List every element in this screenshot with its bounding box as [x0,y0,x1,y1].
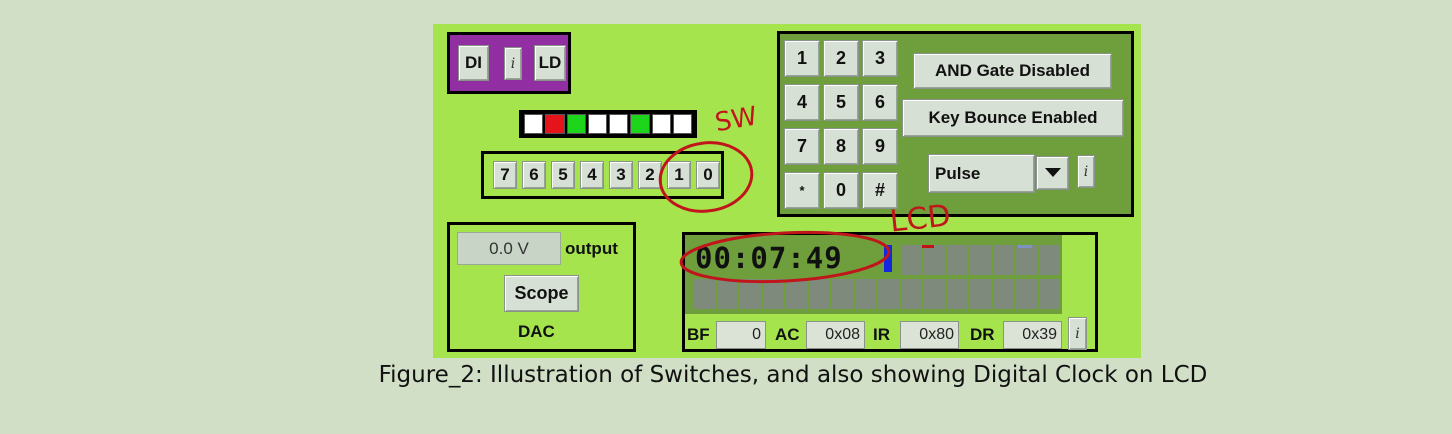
dac-box: 0.0 V output Scope DAC [447,222,636,352]
led-bar [519,110,697,138]
lcd-cell [694,279,715,309]
lcd-cell [717,279,738,309]
key-star[interactable]: * [784,172,820,209]
dac-title: DAC [518,322,555,341]
lcd-cell [1039,279,1060,309]
ac-label: AC [775,325,800,344]
di-info-button[interactable]: i [504,47,522,80]
lcd-cell [740,279,761,309]
ir-label: IR [873,325,890,344]
mode-select[interactable]: Pulse [928,154,1070,193]
lcd-cell [993,279,1014,309]
mode-select-value: Pulse [928,154,1035,193]
led-7 [524,114,544,134]
lcd-cell [970,245,991,275]
led-4 [587,114,607,134]
switch-4[interactable]: 4 [580,161,604,189]
switch-5[interactable]: 5 [551,161,575,189]
lcd-cell [786,279,807,309]
key-8[interactable]: 8 [823,128,859,165]
key-9[interactable]: 9 [862,128,898,165]
lcd-red-marker [922,245,934,248]
dac-output-value: 0.0 V [457,232,561,265]
dac-output-label: output [565,239,618,258]
key-5[interactable]: 5 [823,84,859,121]
figure-caption: Figure_2: Illustration of Switches, and … [378,362,1208,388]
mode-info-button[interactable]: i [1077,155,1095,188]
lcd-cursor [884,245,892,272]
lcd-cell [1039,245,1060,275]
lcd-cell [878,279,899,309]
lcd-cell [763,279,784,309]
key-hash[interactable]: # [862,172,898,209]
lcd-cell [970,279,991,309]
bf-value: 0 [716,321,766,349]
lcd-cell [901,245,922,275]
lcd-cell [1016,279,1037,309]
led-1 [651,114,671,134]
led-3 [609,114,629,134]
lcd-side-strip [1062,235,1094,314]
ir-value: 0x80 [900,321,959,349]
lcd-cell [855,279,876,309]
simulator-panel: DI i LD 7 6 5 4 3 2 1 0 1 2 3 4 5 6 7 8 … [433,24,1141,358]
chevron-down-icon[interactable] [1036,156,1069,190]
key-2[interactable]: 2 [823,40,859,77]
dr-value: 0x39 [1003,321,1062,349]
bf-label: BF [687,325,710,344]
key-7[interactable]: 7 [784,128,820,165]
scope-button[interactable]: Scope [504,275,579,312]
lcd-cell [1016,245,1037,275]
led-5 [566,114,586,134]
key-3[interactable]: 3 [862,40,898,77]
key-bounce-toggle[interactable]: Key Bounce Enabled [902,99,1124,137]
switch-row: 7 6 5 4 3 2 1 0 [481,151,724,199]
key-6[interactable]: 6 [862,84,898,121]
di-ld-box: DI i LD [447,32,571,94]
switch-0[interactable]: 0 [696,161,720,189]
key-1[interactable]: 1 [784,40,820,77]
switch-2[interactable]: 2 [638,161,662,189]
lcd-cell [924,279,945,309]
ld-button[interactable]: LD [534,45,566,81]
key-4[interactable]: 4 [784,84,820,121]
lcd-cell [809,279,830,309]
lcd-cell [901,279,922,309]
lcd-screen: 00:07:49 [685,235,1062,314]
switch-3[interactable]: 3 [609,161,633,189]
dr-label: DR [970,325,995,344]
and-gate-toggle[interactable]: AND Gate Disabled [913,53,1112,89]
switch-6[interactable]: 6 [522,161,546,189]
di-button[interactable]: DI [458,45,489,81]
switch-1[interactable]: 1 [667,161,691,189]
lcd-info-button[interactable]: i [1068,317,1087,350]
led-2 [630,114,650,134]
led-6 [545,114,565,134]
keypad-box: 1 2 3 4 5 6 7 8 9 * 0 # AND Gate Disable… [777,31,1134,217]
led-0 [672,114,692,134]
lcd-clock-text: 00:07:49 [695,241,843,275]
lcd-blue-marker [1018,245,1032,248]
ac-value: 0x08 [806,321,865,349]
lcd-cell [924,245,945,275]
key-0[interactable]: 0 [823,172,859,209]
switch-7[interactable]: 7 [493,161,517,189]
lcd-cell [947,279,968,309]
lcd-cell [947,245,968,275]
lcd-cell [832,279,853,309]
lcd-cell [993,245,1014,275]
lcd-box: 00:07:49 BF 0 AC 0x08 IR 0x80 DR 0x39 i [682,232,1098,352]
